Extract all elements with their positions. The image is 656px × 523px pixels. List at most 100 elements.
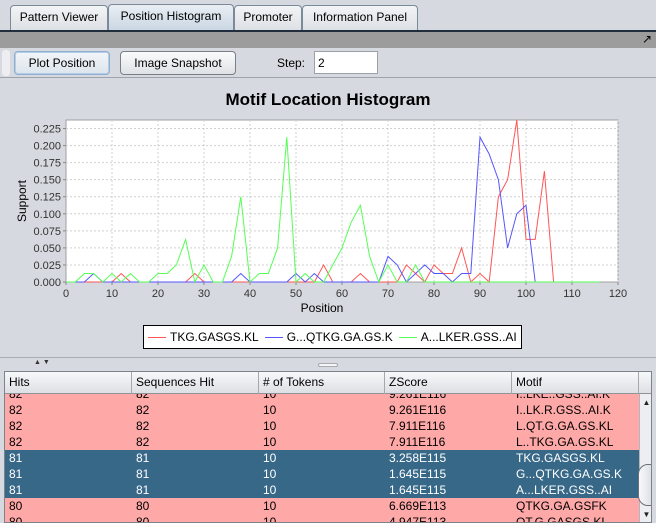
table-row[interactable]: 82 82 10 7.911E116 L.QT.G.GA.GS.KL xyxy=(5,418,639,434)
table-cell-zscore: 9.261E116 xyxy=(389,403,447,417)
table-cell-tokens: 10 xyxy=(263,467,277,481)
tab-information-panel[interactable]: Information Panel xyxy=(302,5,418,30)
x-tick-label: 40 xyxy=(244,288,256,300)
column-header-zscore[interactable]: ZScore xyxy=(385,372,512,394)
split-collapse-arrows-icon[interactable]: ▲▼ xyxy=(34,359,52,366)
x-tick-label: 30 xyxy=(198,288,210,300)
table-cell-sequences-hit: 80 xyxy=(136,515,150,523)
scroll-up-icon[interactable]: ▲ xyxy=(640,396,651,410)
table-cell-tokens: 10 xyxy=(263,435,277,449)
table-cell-sequences-hit: 81 xyxy=(136,451,150,465)
split-pane-divider[interactable]: ▲▼ xyxy=(0,357,656,371)
column-header-motif[interactable]: Motif xyxy=(512,372,639,394)
panel-header-strip: ↗ xyxy=(0,32,656,48)
table-cell-zscore: 9.261E116 xyxy=(389,394,447,401)
scrollbar-thumb[interactable] xyxy=(638,464,651,506)
y-tick-label: 0.025 xyxy=(33,260,61,272)
table-cell-sequences-hit: 82 xyxy=(136,403,150,417)
y-tick-label: 0.200 xyxy=(33,141,61,153)
column-header-tokens[interactable]: # of Tokens xyxy=(259,372,385,394)
table-cell-tokens: 10 xyxy=(263,499,277,513)
table-cell-hits: 81 xyxy=(9,467,23,481)
x-tick-label: 100 xyxy=(517,288,535,300)
table-cell-tokens: 10 xyxy=(263,451,277,465)
step-input[interactable] xyxy=(314,51,378,74)
chart-panel: Motif Location Histogram 0 10 20 30 40 50 60 70… xyxy=(0,78,656,353)
x-tick-label: 110 xyxy=(563,288,581,300)
table-cell-zscore: 1.645E115 xyxy=(389,467,447,481)
table-cell-hits: 82 xyxy=(9,394,23,401)
chart-legend: TKG.GASGS.KL G...QTKG.GA.GS.K A...LKER.G… xyxy=(143,325,522,349)
table-cell-hits: 82 xyxy=(9,419,23,433)
table-cell-tokens: 10 xyxy=(263,515,277,523)
table-row[interactable]: 81 81 10 3.258E115 TKG.GASGS.KL xyxy=(5,450,639,466)
x-tick-label: 60 xyxy=(336,288,348,300)
y-tick-label: 0.100 xyxy=(33,209,61,221)
table-row[interactable]: 82 82 10 9.261E116 I..LK.R.GSS..AI.K xyxy=(5,402,639,418)
table-cell-hits: 82 xyxy=(9,403,23,417)
x-tick-label: 70 xyxy=(382,288,394,300)
table-cell-sequences-hit: 82 xyxy=(136,394,150,401)
legend-label: G...QTKG.GA.GS.K xyxy=(286,330,393,344)
legend-item: G...QTKG.GA.GS.K xyxy=(264,330,393,344)
y-tick-label: 0.000 xyxy=(33,277,61,289)
table-cell-motif: G...QTKG.GA.GS.K xyxy=(516,467,623,481)
table-cell-sequences-hit: 81 xyxy=(136,483,150,497)
table-cell-zscore: 3.258E115 xyxy=(389,451,447,465)
y-tick-label: 0.225 xyxy=(33,124,61,136)
tab-position-histogram[interactable]: Position Histogram xyxy=(108,4,234,31)
histogram-chart: 0 10 20 30 40 50 60 70 80 90 100 110 120 0.0000.0250… xyxy=(15,119,627,315)
table-cell-motif: L..TKG.GA.GS.KL xyxy=(516,435,614,449)
table-cell-hits: 81 xyxy=(9,483,23,497)
y-tick-label: 0.150 xyxy=(33,175,61,187)
scroll-down-icon[interactable]: ▼ xyxy=(640,508,651,522)
tab-pattern-viewer[interactable]: Pattern Viewer xyxy=(10,5,108,30)
motif-table: Hits Sequences Hit # of Tokens ZScore Mo… xyxy=(4,371,652,523)
image-snapshot-button[interactable]: Image Snapshot xyxy=(120,51,236,75)
table-cell-sequences-hit: 81 xyxy=(136,467,150,481)
legend-label: TKG.GASGS.KL xyxy=(170,330,259,344)
table-row[interactable]: 81 81 10 1.645E115 G...QTKG.GA.GS.K xyxy=(5,466,639,482)
table-row[interactable]: 81 81 10 1.645E115 A...LKER.GSS..AI xyxy=(5,482,639,498)
table-cell-zscore: 1.645E115 xyxy=(389,483,447,497)
y-tick-label: 0.075 xyxy=(33,226,61,238)
table-cell-tokens: 10 xyxy=(263,403,277,417)
y-axis-ticks: 0.000 0.025 0.050 0.075 0.100 0.125 0.150 0.175… xyxy=(33,124,66,289)
table-cell-zscore: 7.911E116 xyxy=(389,419,446,433)
table-cell-tokens: 10 xyxy=(263,394,277,401)
x-tick-label: 90 xyxy=(474,288,486,300)
table-cell-zscore: 6.669E113 xyxy=(389,499,447,513)
table-cell-sequences-hit: 80 xyxy=(136,499,150,513)
legend-swatch-blue xyxy=(264,336,283,338)
table-cell-zscore: 4.947E113 xyxy=(389,515,447,523)
legend-swatch-green xyxy=(398,336,417,338)
table-cell-sequences-hit: 82 xyxy=(136,419,150,433)
table-row[interactable]: 82 82 10 7.911E116 L..TKG.GA.GS.KL xyxy=(5,434,639,450)
vertical-scrollbar[interactable]: ▲ ▼ xyxy=(638,394,651,522)
tab-promoter[interactable]: Promoter xyxy=(234,5,302,30)
plot-position-button[interactable]: Plot Position xyxy=(14,51,110,75)
table-cell-hits: 81 xyxy=(9,451,23,465)
table-body: 82 82 10 9.261E116 I..LKE..GSS..AI.K 82 82 10 9.… xyxy=(5,394,639,523)
y-tick-label: 0.050 xyxy=(33,243,61,255)
table-row[interactable]: 82 82 10 9.261E116 I..LKE..GSS..AI.K xyxy=(5,394,639,402)
tab-bar: Pattern Viewer Position Histogram Promot… xyxy=(0,0,656,31)
legend-label: A...LKER.GSS..AI xyxy=(420,330,517,344)
table-row[interactable]: 80 80 10 6.669E113 QTKG.GA.GSFK xyxy=(5,498,639,514)
split-handle[interactable] xyxy=(318,363,338,367)
x-tick-label: 10 xyxy=(106,288,118,300)
step-label: Step: xyxy=(277,56,306,70)
x-axis-ticks: 0 10 20 30 40 50 60 70 80 90 100 110 120 xyxy=(63,282,627,300)
column-header-sequences-hit[interactable]: Sequences Hit xyxy=(132,372,259,394)
table-header: Hits Sequences Hit # of Tokens ZScore Mo… xyxy=(5,372,639,394)
x-tick-label: 50 xyxy=(290,288,302,300)
table-cell-motif: QT.G.GASGS.KL xyxy=(516,515,609,523)
legend-item: A...LKER.GSS..AI xyxy=(398,330,517,344)
toolbar-grip[interactable] xyxy=(2,50,10,76)
y-tick-label: 0.125 xyxy=(33,192,61,204)
maximize-icon[interactable]: ↗ xyxy=(642,32,652,47)
x-tick-label: 120 xyxy=(609,288,627,300)
table-row[interactable]: 80 80 10 4.947E113 QT.G.GASGS.KL xyxy=(5,514,639,523)
table-cell-motif: QTKG.GA.GSFK xyxy=(516,499,607,513)
column-header-hits[interactable]: Hits xyxy=(5,372,132,394)
